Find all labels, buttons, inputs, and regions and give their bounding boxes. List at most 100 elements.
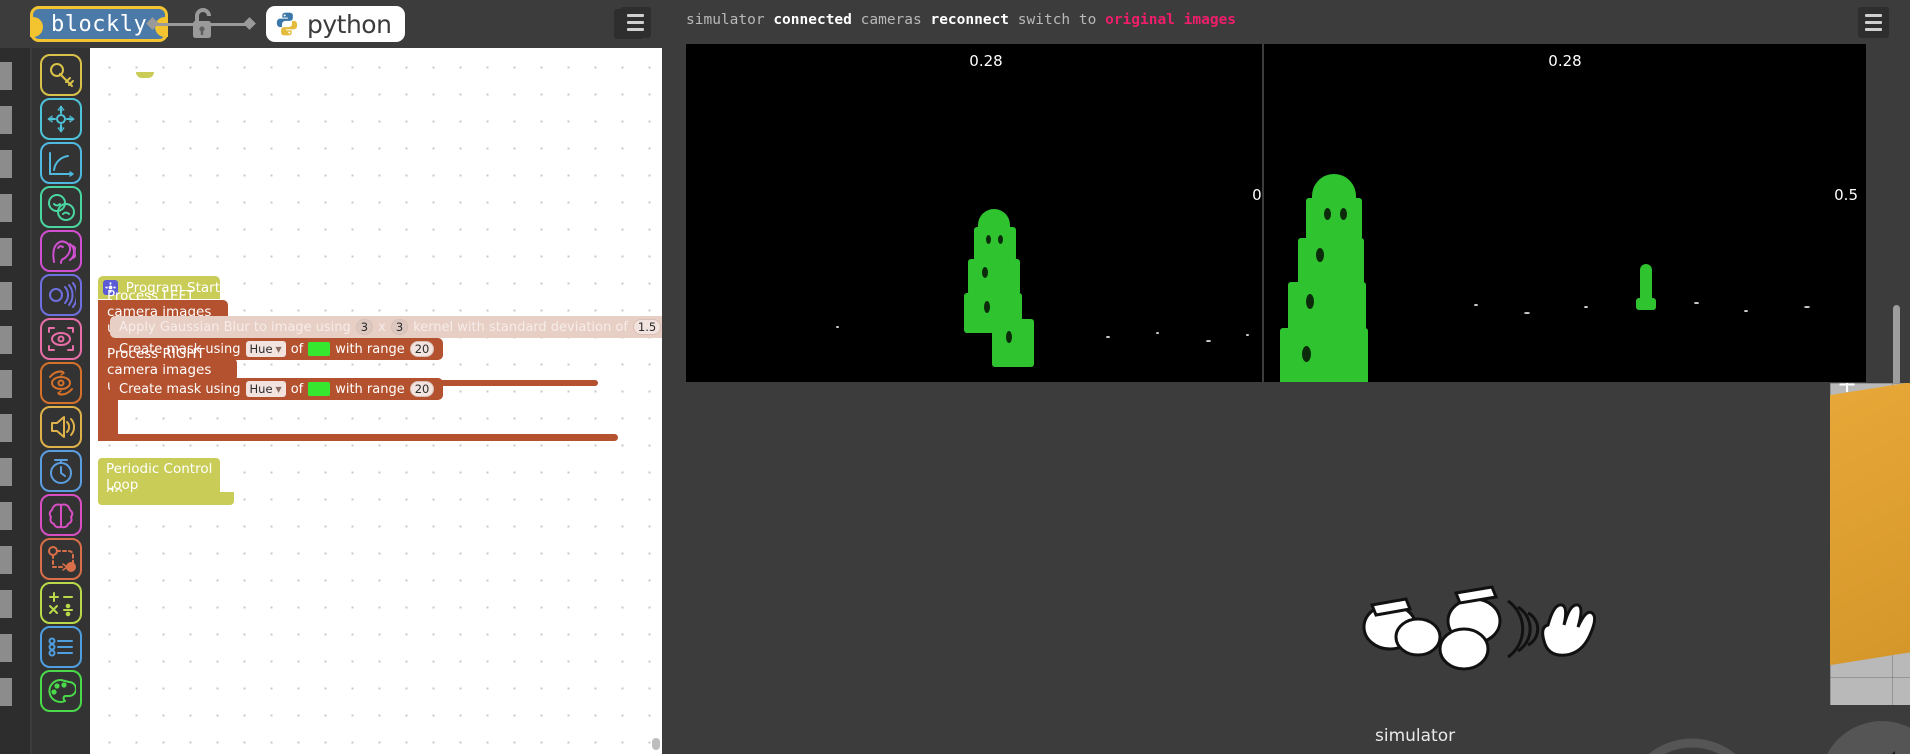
mask-text-mid: of [290, 341, 304, 357]
right-camera-block-footer [98, 434, 618, 441]
block-create-mask-right[interactable]: Create mask using Hue ▼ of with range 20 [110, 378, 444, 400]
masked-object-group [1272, 174, 1392, 382]
mask-channel-value: Hue [249, 382, 273, 396]
toolbox-category-list[interactable] [40, 626, 82, 668]
blockly-editor-panel: blockly python Program Start Process LEF… [0, 0, 662, 754]
toolbox-category-key[interactable] [40, 54, 82, 96]
toolbox-category-color-palette[interactable] [40, 670, 82, 712]
toolbox-category-angle-measure[interactable] [40, 142, 82, 184]
right-camera-side-value: 0.5 [1834, 186, 1858, 204]
reconnect-link[interactable]: reconnect [930, 12, 1009, 28]
clock-timer-icon [50, 459, 72, 484]
plus-icon[interactable]: + [1836, 383, 1858, 396]
toolbox-tab[interactable] [0, 370, 12, 398]
camera-panel-scrollbar[interactable] [1893, 305, 1900, 391]
toolbox-tab[interactable] [0, 458, 12, 486]
status-cameras-word: cameras [860, 12, 922, 28]
toolbox-tab[interactable] [0, 194, 12, 222]
toolbox-tab[interactable] [0, 546, 12, 574]
sound-wave-icon [1602, 715, 1782, 754]
mask-color-swatch[interactable] [308, 342, 331, 356]
camera-divider [1262, 44, 1264, 382]
link-diamond-right [243, 17, 256, 30]
toolbox-tab[interactable] [0, 590, 12, 618]
hamburger-line [1865, 14, 1882, 17]
toolbox-tab[interactable] [0, 238, 12, 266]
loop-block-footer [98, 492, 234, 505]
original-images-link[interactable]: original images [1105, 12, 1236, 28]
hamburger-line [1865, 21, 1882, 24]
mask-range-field[interactable]: 20 [409, 381, 435, 397]
mask-text-mid: of [290, 381, 304, 397]
python-toggle-button[interactable]: python [266, 6, 406, 42]
chevron-down-icon: ▼ [275, 344, 282, 354]
mask-channel-dropdown[interactable]: Hue ▼ [245, 341, 286, 357]
toolbox-category-move-arrows[interactable] [40, 98, 82, 140]
python-label: python [307, 9, 392, 39]
masked-object-group [954, 209, 1044, 374]
chevron-down-icon: ▼ [275, 384, 282, 394]
toolbox-tab[interactable] [0, 106, 12, 134]
mask-channel-dropdown[interactable]: Hue ▼ [245, 381, 286, 397]
status-switch-to: switch to [1017, 12, 1097, 28]
mask-color-swatch[interactable] [308, 382, 331, 396]
toolbox-tab[interactable] [0, 326, 12, 354]
blur-kernel-height-field[interactable]: 3 [390, 319, 409, 335]
mask-text-after: with range [335, 341, 405, 357]
key-icon [50, 63, 74, 87]
move-arrows-icon [47, 105, 75, 133]
blur-text-after: kernel with standard deviation of [413, 319, 628, 335]
toolbox-tab[interactable] [0, 62, 12, 90]
toolbox-category-clock-timer[interactable] [40, 450, 82, 492]
ear-hearing-icon [52, 240, 76, 264]
status-simulator-word: simulator [686, 12, 765, 28]
block-gaussian-blur[interactable]: Apply Gaussian Blur to image using 3 x 3… [110, 316, 662, 338]
emotion-faces-icon [48, 194, 75, 221]
workspace-scrollbar[interactable] [652, 738, 660, 750]
math-operators-icon [49, 592, 73, 617]
toolbox-category-loop-flow[interactable] [40, 538, 82, 580]
toolbox-category-sound-detect[interactable] [40, 274, 82, 316]
speaker-icon [1807, 713, 1910, 754]
table-surface [1830, 383, 1910, 670]
toolbox-category-math-operators[interactable] [40, 582, 82, 624]
toolbox-category-emotion-faces[interactable] [40, 186, 82, 228]
toolbox-tab[interactable] [0, 634, 12, 662]
toolbox-category-speaker[interactable] [40, 406, 82, 448]
simulator-options-button[interactable] [1858, 7, 1889, 38]
blur-kernel-width-field[interactable]: 3 [355, 319, 374, 335]
status-connected: connected [773, 12, 852, 28]
loop-flow-icon [48, 546, 76, 572]
blur-std-dev-field[interactable]: 1.5 [632, 319, 662, 335]
left-camera-view[interactable]: 0.28 0.5 [686, 44, 1286, 382]
right-camera-view[interactable]: 0.28 0.5 [1264, 44, 1866, 382]
hamburger-line [627, 28, 644, 31]
simulator-panel: simulator connected cameras reconnect sw… [620, 0, 1910, 754]
toolbox-category-eye-refresh[interactable] [40, 362, 82, 404]
list-icon [48, 637, 73, 657]
toolbox-tab[interactable] [0, 502, 12, 530]
toolbox-tab-strip[interactable] [0, 48, 30, 754]
simulator-menu-button[interactable] [620, 7, 651, 38]
toolbox-tab[interactable] [0, 414, 12, 442]
speaker-icon [51, 416, 75, 438]
hamburger-line [627, 21, 644, 24]
mask-range-field[interactable]: 20 [409, 341, 435, 357]
blur-text-mid: x [378, 319, 386, 335]
toolbox-tab[interactable] [0, 150, 12, 178]
toolbox-tab[interactable] [0, 678, 12, 706]
simulator-3d-viewport[interactable]: sim view 00:00:53.158 + [1830, 383, 1910, 705]
unlocked-padlock-icon[interactable] [186, 5, 220, 43]
blockly-workspace[interactable]: Program Start Process LEFT camera images… [90, 48, 662, 754]
blockly-logo[interactable]: blockly [30, 6, 169, 42]
toolbox-category-eye-detect[interactable] [40, 318, 82, 360]
toolbox-category-ear-hearing[interactable] [40, 230, 82, 272]
python-logo-icon [276, 12, 298, 36]
eye-refresh-icon [49, 370, 73, 396]
mask-text-after: with range [335, 381, 405, 397]
right-camera-top-value: 0.28 [1548, 52, 1582, 70]
toolbox-category-brain[interactable] [40, 494, 82, 536]
toolbox-tab[interactable] [0, 282, 12, 310]
angle-measure-icon [49, 152, 74, 177]
brain-icon [48, 503, 74, 529]
